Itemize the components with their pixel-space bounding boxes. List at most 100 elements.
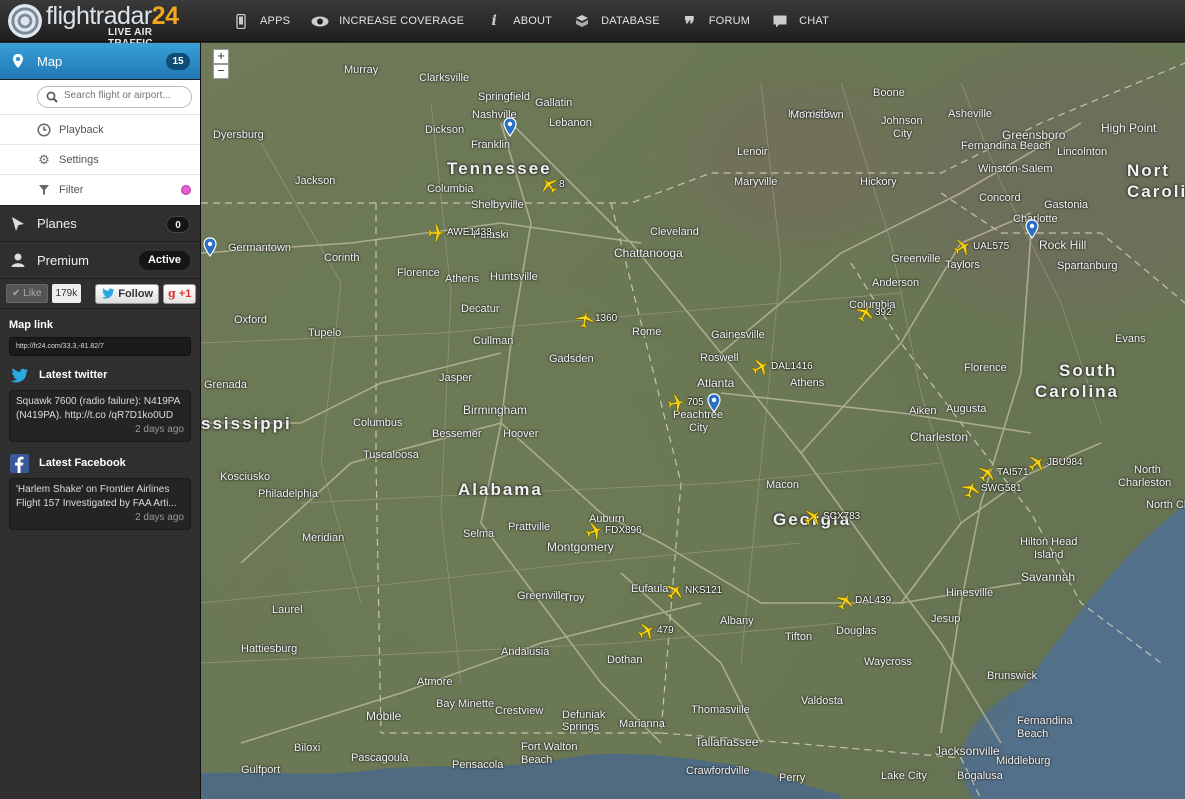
zoom-control: + − xyxy=(213,49,229,79)
nav-chat[interactable]: CHAT xyxy=(764,0,843,42)
city-label: Valdosta xyxy=(801,695,843,707)
city-label: Roswell xyxy=(700,352,739,364)
twitter-feed-item[interactable]: Squawk 7600 (radio failure): N419PA (N41… xyxy=(9,390,191,442)
flight-callsign-label[interactable]: NKS121 xyxy=(685,585,722,596)
airport-pin-icon[interactable] xyxy=(503,117,517,137)
zoom-in-button[interactable]: + xyxy=(213,49,229,64)
city-label: Middleburg xyxy=(996,755,1051,767)
city-label: Augusta xyxy=(946,403,987,415)
nav-apps[interactable]: APPS xyxy=(225,0,304,42)
search-input[interactable] xyxy=(64,90,188,101)
flight-callsign-label[interactable]: UAL575 xyxy=(973,241,1009,252)
flight-callsign-label[interactable]: 8 xyxy=(559,179,565,190)
city-label: Bessemer xyxy=(432,428,482,440)
flight-callsign-label[interactable]: JBU984 xyxy=(1047,457,1083,468)
city-label: Bay Minette xyxy=(436,698,495,710)
flight-callsign-label[interactable]: 705 xyxy=(687,397,704,408)
flight-callsign-label[interactable]: AWE1433 xyxy=(447,227,492,238)
zoom-out-button[interactable]: − xyxy=(213,64,229,79)
flight-callsign-label[interactable]: SCX783 xyxy=(823,511,860,522)
sidebar-item-map[interactable]: Map 15 xyxy=(0,43,200,80)
flight-callsign-label[interactable]: 392 xyxy=(875,307,892,318)
city-label: Athens xyxy=(445,273,480,285)
flight-callsign-label[interactable]: DAL439 xyxy=(855,595,891,606)
phone-icon xyxy=(231,13,251,29)
sidebar-item-filter[interactable]: Filter xyxy=(0,175,200,205)
state-label: Tennessee xyxy=(447,159,552,178)
airport-pin-icon[interactable] xyxy=(203,237,217,257)
airport-pin-icon[interactable] xyxy=(707,393,721,413)
twitter-feed-header: Latest twitter xyxy=(0,360,200,390)
facebook-feed-item[interactable]: 'Harlem Shake' on Frontier Airlines Flig… xyxy=(9,478,191,530)
map-link-label: Map link xyxy=(9,319,54,331)
info-icon: i xyxy=(491,13,497,29)
map-link-field[interactable]: http://fr24.com/33.3,-81.82/7 xyxy=(9,337,191,356)
google-plus-button[interactable]: g +1 xyxy=(163,283,197,304)
city-label: Taylors xyxy=(945,259,980,271)
sidebar: Map 15 Playback ⚙ Settings Filter Planes… xyxy=(0,43,201,799)
like-button[interactable]: ✔ Like xyxy=(6,284,48,303)
planes-count-badge: 0 xyxy=(166,216,190,233)
city-label: Anderson xyxy=(872,277,920,289)
flight-callsign-label[interactable]: 1360 xyxy=(595,313,617,324)
map-pin-icon xyxy=(13,54,23,68)
flight-callsign-label[interactable]: 479 xyxy=(657,625,674,636)
city-label: Jesup xyxy=(931,613,961,625)
city-label: Crawfordville xyxy=(686,765,750,777)
eye-icon xyxy=(310,13,330,29)
city-label: Hickory xyxy=(860,176,897,188)
city-label: Decatur xyxy=(461,303,500,315)
city-label: Perry xyxy=(779,772,806,784)
city-label: Rock Hill xyxy=(1039,238,1087,252)
city-label: Birmingham xyxy=(463,403,528,417)
city-label: Florence xyxy=(964,362,1007,374)
plane-icon[interactable] xyxy=(427,223,447,243)
sidebar-item-premium[interactable]: Premium Active xyxy=(0,242,200,279)
search-icon xyxy=(46,91,58,103)
city-label: Atmore xyxy=(417,676,453,688)
city-label: Mobile xyxy=(366,709,402,723)
plane-icon[interactable] xyxy=(665,391,688,414)
sidebar-item-playback[interactable]: Playback xyxy=(0,115,200,145)
city-label: Hattiesburg xyxy=(241,643,298,655)
chat-icon xyxy=(770,13,790,29)
city-label: Athens xyxy=(790,377,825,389)
sidebar-item-planes[interactable]: Planes 0 xyxy=(0,205,200,242)
map-count-badge: 15 xyxy=(166,53,190,70)
flight-callsign-label[interactable]: SWG581 xyxy=(981,483,1022,494)
city-label: Pascagoula xyxy=(351,752,409,764)
city-label: Jackson xyxy=(295,175,336,187)
facebook-post-time: 2 days ago xyxy=(135,512,184,523)
flight-callsign-label[interactable]: FDX896 xyxy=(605,525,642,536)
city-label: Kosciusko xyxy=(220,471,271,483)
search-box[interactable] xyxy=(37,86,192,108)
nav-database[interactable]: DATABASE xyxy=(566,0,674,42)
airport-pin-icon[interactable] xyxy=(1025,219,1039,239)
plane-icon[interactable] xyxy=(573,307,596,330)
city-label: Aiken xyxy=(909,405,937,417)
flight-callsign-label[interactable]: TAI571 xyxy=(997,467,1029,478)
twitter-icon xyxy=(10,368,29,383)
nav-about[interactable]: i ABOUT xyxy=(478,0,566,42)
city-label: Hinesville xyxy=(946,587,994,599)
flight-callsign-label[interactable]: DAL1416 xyxy=(771,361,813,372)
city-label: Greenville xyxy=(517,590,567,602)
city-label: Savannah xyxy=(1021,570,1076,584)
city-label: Maryville xyxy=(734,176,778,188)
city-label: Oxford xyxy=(234,314,268,326)
city-label: Charleston xyxy=(910,430,969,444)
sidebar-item-settings[interactable]: ⚙ Settings xyxy=(0,145,200,175)
city-label: Albany xyxy=(720,615,754,627)
follow-button[interactable]: Follow xyxy=(95,283,160,304)
city-label: Columbus xyxy=(353,417,403,429)
logo[interactable]: flightradar24 LIVE AIR TRAFFIC xyxy=(8,2,198,49)
search-row xyxy=(0,80,200,115)
city-label: Crestview xyxy=(495,705,544,717)
map-view[interactable]: + − Tennessee Alabama Georgia NortCaroli… xyxy=(201,43,1185,799)
like-count: 179k xyxy=(51,284,82,303)
city-label: Florence xyxy=(397,267,440,279)
nav-forum[interactable]: ❞ FORUM xyxy=(674,0,764,42)
nav-increase-coverage[interactable]: INCREASE COVERAGE xyxy=(304,0,478,42)
city-label: Tupelo xyxy=(308,327,342,339)
city-label: Fernandina Beach xyxy=(961,140,1051,152)
